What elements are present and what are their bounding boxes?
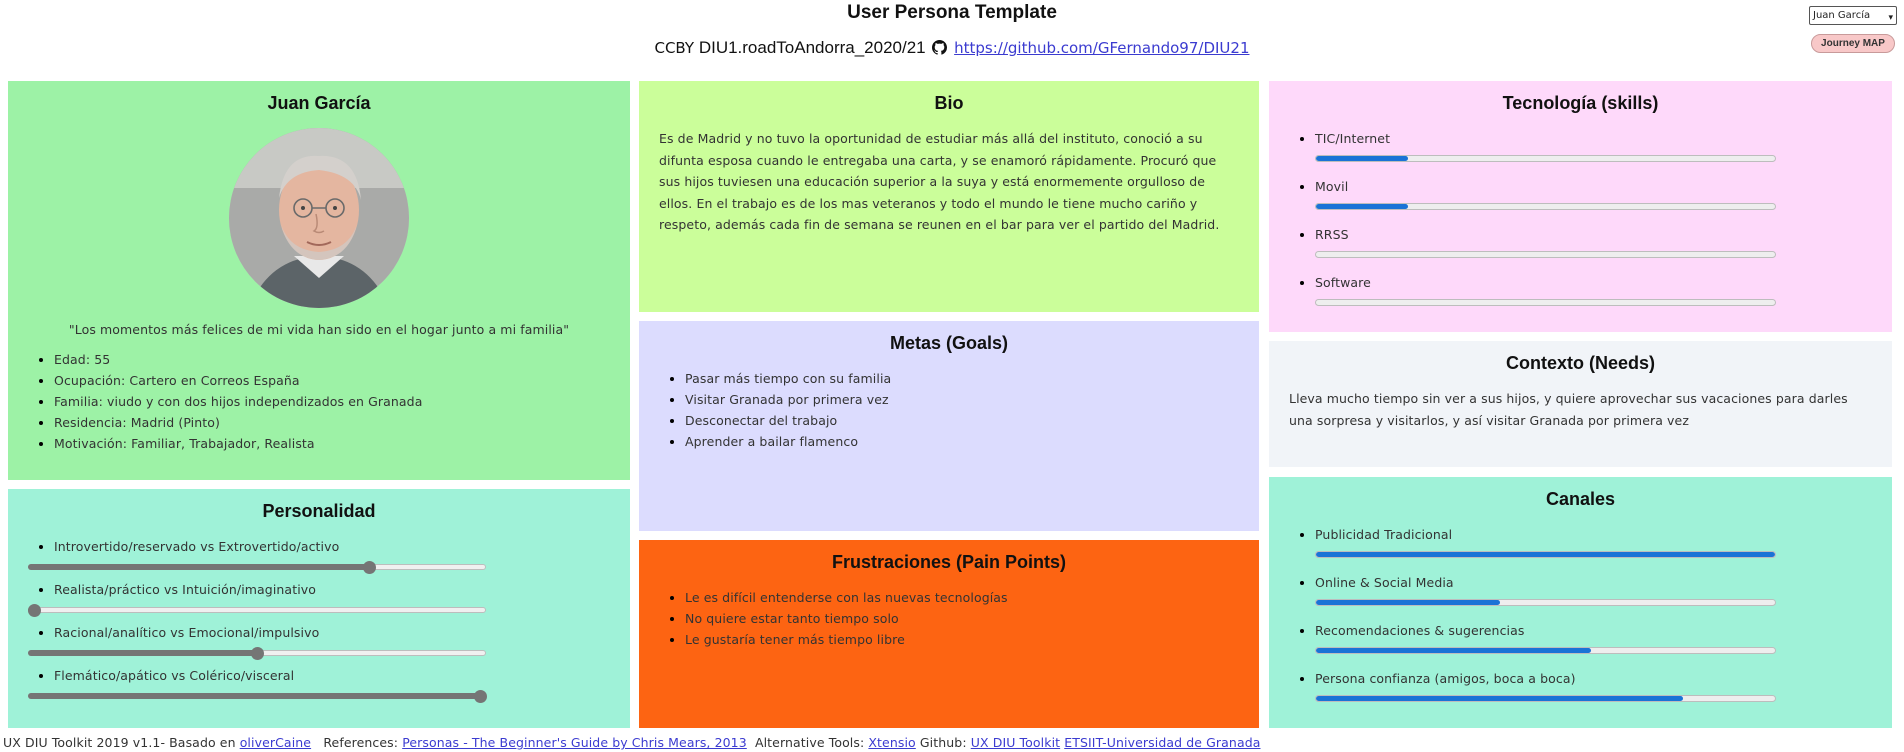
frustration-item: Le es difícil entenderse con las nuevas … <box>685 587 1239 608</box>
goal-item: Pasar más tiempo con su familia <box>685 368 1239 389</box>
context-text: Lleva mucho tiempo sin ver a sus hijos, … <box>1289 391 1848 428</box>
skill-progress <box>1315 203 1776 210</box>
trait-label: Racional/analítico vs Emocional/impulsiv… <box>54 625 320 640</box>
personality-list: Introvertido/reservado vs Extrovertido/a… <box>28 536 610 703</box>
personality-card: Personalidad Introvertido/reservado vs E… <box>8 489 630 728</box>
footer-etsiit-link[interactable]: ETSIIT-Universidad de Granada <box>1064 735 1260 750</box>
channel-progress <box>1315 647 1776 654</box>
trait-item: Flemático/apático vs Colérico/visceral <box>28 665 610 703</box>
detail-motivation: Motivación: Familiar, Trabajador, Realis… <box>54 433 610 454</box>
slider-thumb[interactable] <box>251 647 264 660</box>
tech-list: TIC/Internet Movil RRSS Software <box>1289 128 1872 306</box>
slider-thumb[interactable] <box>474 690 487 703</box>
tech-title: Tecnología (skills) <box>1502 93 1659 113</box>
trait-slider[interactable] <box>28 561 486 574</box>
slider-thumb[interactable] <box>362 561 376 574</box>
detail-residence: Residencia: Madrid (Pinto) <box>54 412 610 433</box>
context-card: Contexto (Needs) Lleva mucho tiempo sin … <box>1269 341 1892 467</box>
persona-select-value: Juan García <box>1813 10 1871 21</box>
project-name: DIU1.roadToAndorra_2020/21 <box>698 38 926 57</box>
page-title: User Persona Template <box>847 2 1057 23</box>
channel-item: Publicidad Tradicional <box>1315 524 1872 558</box>
channel-label: Recomendaciones & sugerencias <box>1315 623 1525 638</box>
detail-occupation: Ocupación: Cartero en Correos España <box>54 370 610 391</box>
footer-toolkit: UX DIU Toolkit 2019 v1.1- Basado en <box>3 735 236 750</box>
channel-item: Persona confianza (amigos, boca a boca) <box>1315 668 1872 702</box>
channels-list: Publicidad Tradicional Online & Social M… <box>1289 524 1872 702</box>
goals-title: Metas (Goals) <box>889 333 1009 353</box>
skill-item: TIC/Internet <box>1315 128 1872 162</box>
skill-progress <box>1315 299 1776 306</box>
bio-title: Bio <box>934 93 964 113</box>
frustrations-list: Le es difícil entenderse con las nuevas … <box>659 587 1239 650</box>
trait-item: Introvertido/reservado vs Extrovertido/a… <box>28 536 610 574</box>
repo-link[interactable]: https://github.com/GFernando97/DIU21 <box>954 39 1249 57</box>
channel-label: Persona confianza (amigos, boca a boca) <box>1315 671 1576 686</box>
goals-card: Metas (Goals) Pasar más tiempo con su fa… <box>639 321 1259 531</box>
channels-title: Canales <box>1545 489 1616 509</box>
persona-select[interactable]: Juan García ▾ <box>1809 6 1897 25</box>
trait-label: Flemático/apático vs Colérico/visceral <box>54 668 295 683</box>
skill-progress <box>1315 251 1776 258</box>
channel-item: Recomendaciones & sugerencias <box>1315 620 1872 654</box>
slider-thumb[interactable] <box>28 604 41 617</box>
skill-label: Software <box>1315 275 1371 290</box>
channels-card: Canales Publicidad Tradicional Online & … <box>1269 477 1892 728</box>
trait-label: Realista/práctico vs Intuición/imaginati… <box>54 582 317 597</box>
footer-oliver-link[interactable]: oliverCaine <box>240 735 311 750</box>
channel-progress <box>1315 695 1776 702</box>
detail-family: Familia: viudo y con dos hijos independi… <box>54 391 610 412</box>
github-icon <box>932 40 948 60</box>
trait-label: Introvertido/reservado vs Extrovertido/a… <box>54 539 340 554</box>
footer-xtensio-link[interactable]: Xtensio <box>868 735 915 750</box>
bio-card: Bio Es de Madrid y no tuvo la oportunida… <box>639 81 1259 312</box>
footer: UX DIU Toolkit 2019 v1.1- Basado en oliv… <box>3 735 1903 750</box>
channel-label: Online & Social Media <box>1315 575 1454 590</box>
channel-label: Publicidad Tradicional <box>1315 527 1453 542</box>
bio-text: Es de Madrid y no tuvo la oportunidad de… <box>659 131 1220 232</box>
goal-item: Desconectar del trabajo <box>685 410 1239 431</box>
skill-label: RRSS <box>1315 227 1349 242</box>
footer-references-link[interactable]: Personas - The Beginner's Guide by Chris… <box>402 735 747 750</box>
context-title: Contexto (Needs) <box>1505 353 1655 373</box>
tech-card: Tecnología (skills) TIC/Internet Movil R… <box>1269 81 1892 332</box>
frustrations-card: Frustraciones (Pain Points) Le es difíci… <box>639 540 1259 728</box>
footer-references-label: References: <box>323 735 399 750</box>
footer-github-label: Github: <box>919 735 967 750</box>
skill-label: TIC/Internet <box>1315 131 1391 146</box>
goal-item: Aprender a bailar flamenco <box>685 431 1239 452</box>
persona-name: Juan García <box>267 93 371 113</box>
journey-map-button[interactable]: Journey MAP <box>1811 34 1895 53</box>
trait-item: Racional/analítico vs Emocional/impulsiv… <box>28 622 610 660</box>
skill-label: Movil <box>1315 179 1349 194</box>
detail-age: Edad: 55 <box>54 349 610 370</box>
goals-list: Pasar más tiempo con su familia Visitar … <box>659 368 1239 452</box>
trait-slider[interactable] <box>28 690 487 703</box>
profile-card: Juan García "Los momentos más felices de… <box>8 81 630 480</box>
chevron-down-icon: ▾ <box>1888 13 1893 23</box>
channel-item: Online & Social Media <box>1315 572 1872 606</box>
footer-uxdiu-link[interactable]: UX DIU Toolkit <box>971 735 1060 750</box>
trait-slider[interactable] <box>28 604 486 617</box>
goal-item: Visitar Granada por primera vez <box>685 389 1239 410</box>
persona-quote: "Los momentos más felices de mi vida han… <box>68 322 570 337</box>
frustration-item: Le gustaría tener más tiempo libre <box>685 629 1239 650</box>
trait-item: Realista/práctico vs Intuición/imaginati… <box>28 579 610 617</box>
skill-item: Movil <box>1315 176 1872 210</box>
trait-slider[interactable] <box>28 647 486 660</box>
profile-details-list: Edad: 55 Ocupación: Cartero en Correos E… <box>28 349 610 454</box>
channel-progress <box>1315 599 1776 606</box>
avatar <box>229 128 409 308</box>
channel-progress <box>1315 551 1776 558</box>
project-subtitle: CCBY DIU1.roadToAndorra_2020/21 https://… <box>0 38 1904 60</box>
personality-title: Personalidad <box>262 501 376 521</box>
skill-item: RRSS <box>1315 224 1872 258</box>
frustration-item: No quiere estar tanto tiempo solo <box>685 608 1239 629</box>
frustrations-title: Frustraciones (Pain Points) <box>831 552 1067 572</box>
skill-item: Software <box>1315 272 1872 306</box>
skill-progress <box>1315 155 1776 162</box>
cc-label: CCBY <box>654 39 695 57</box>
footer-alt-tools-label: Alternative Tools: <box>754 735 865 750</box>
